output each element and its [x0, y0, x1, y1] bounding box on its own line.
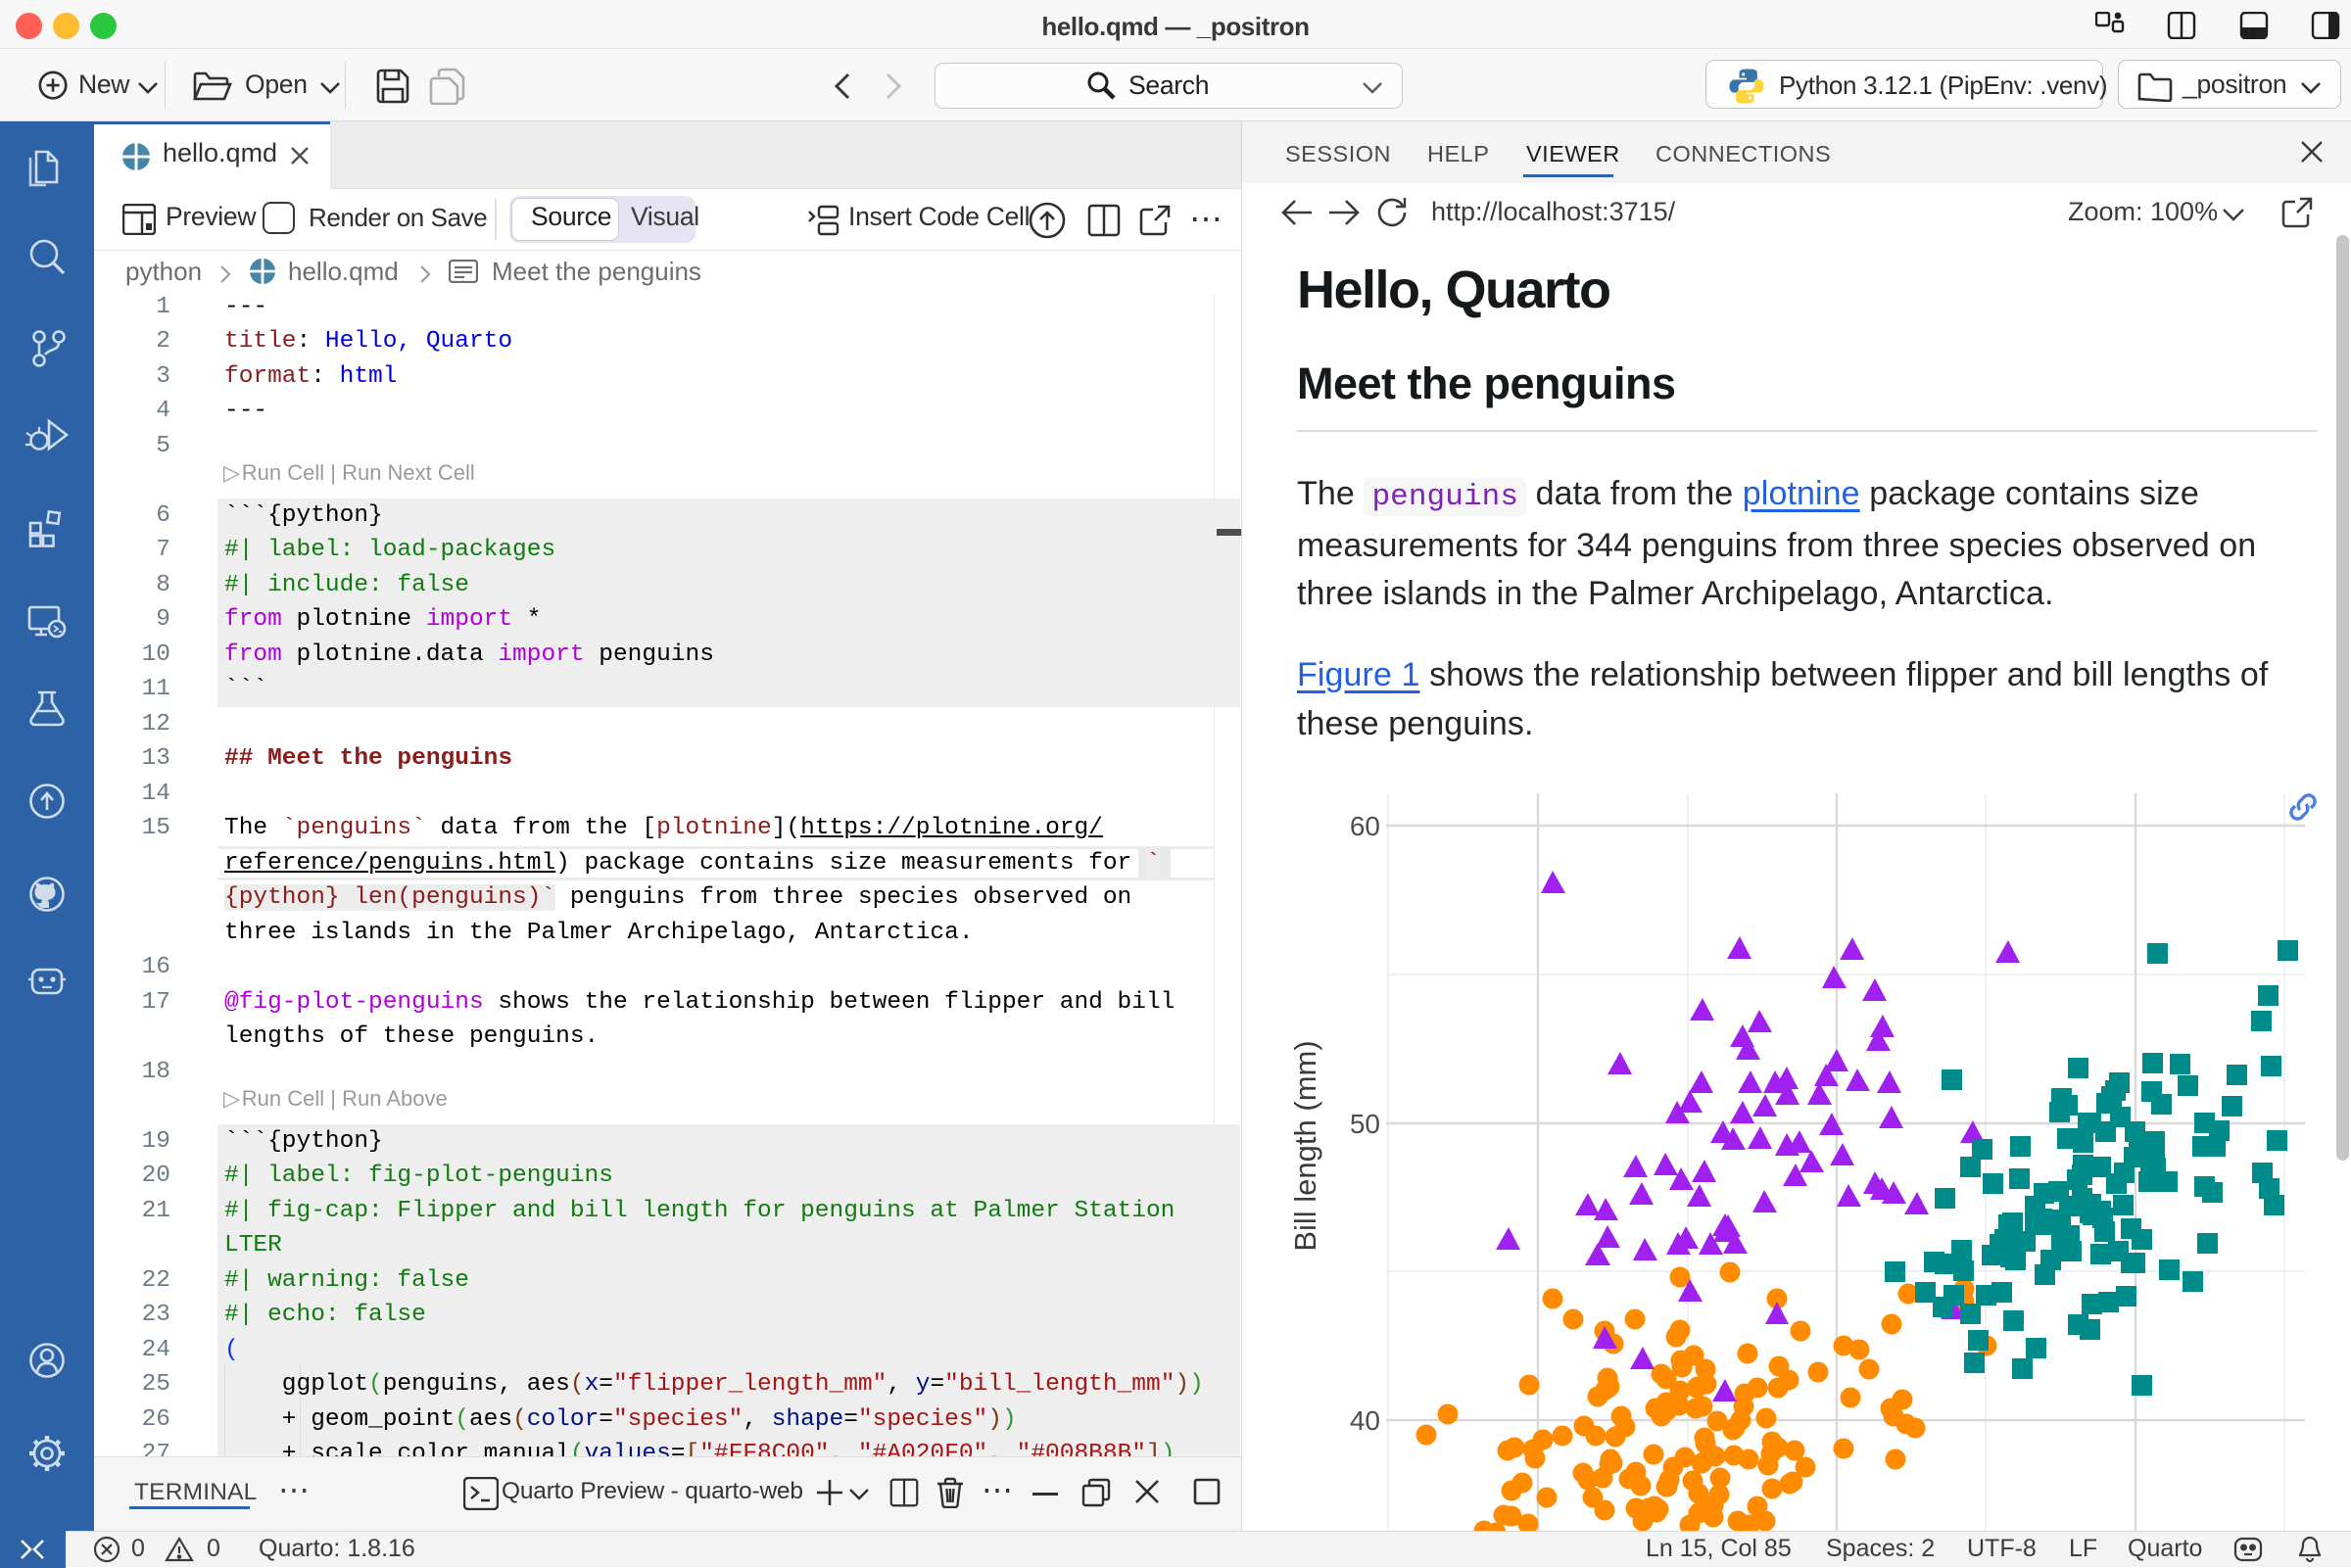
svg-text:50: 50 [1350, 1109, 1380, 1139]
svg-text:40: 40 [1350, 1405, 1380, 1436]
svg-text:Bill length (mm): Bill length (mm) [1288, 1040, 1322, 1251]
svg-text:60: 60 [1350, 811, 1380, 841]
